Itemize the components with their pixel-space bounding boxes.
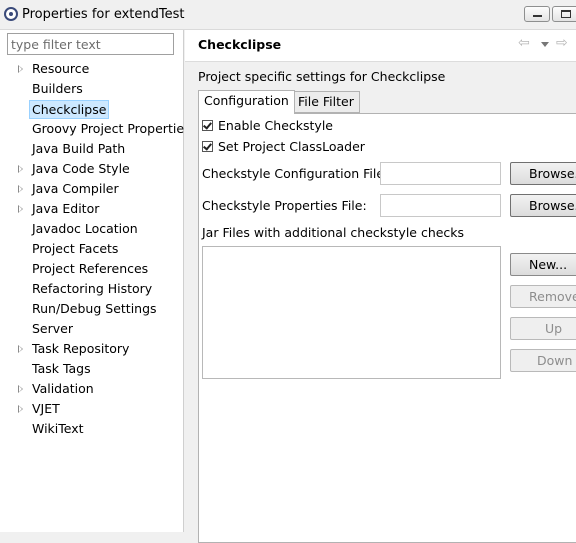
tree-item[interactable]: Groovy Project Properties — [0, 119, 184, 139]
preference-tree: Resource Builders Checkclipse Groovy Projec… — [0, 59, 184, 439]
tree-item-label: Builders — [32, 81, 83, 96]
expand-arrow-icon[interactable] — [18, 185, 23, 193]
window-title: Properties for extendTest — [22, 7, 185, 22]
checkbox-checked-icon[interactable] — [202, 120, 213, 131]
tree-item[interactable]: Run/Debug Settings — [0, 299, 184, 319]
maximize-icon — [561, 10, 571, 18]
tree-item-label: Server — [32, 321, 73, 336]
tree-item[interactable]: VJET — [0, 399, 184, 419]
tree-item-label: Refactoring History — [32, 281, 153, 296]
tree-item[interactable]: Java Editor — [0, 199, 184, 219]
expand-arrow-icon[interactable] — [18, 345, 23, 353]
properties-file-label: Checkstyle Properties File: — [202, 198, 367, 213]
jar-files-label: Jar Files with additional checkstyle che… — [202, 225, 465, 240]
tree-item[interactable]: Resource — [0, 59, 184, 79]
tree-item[interactable]: Task Tags — [0, 359, 184, 379]
tree-item[interactable]: Project References — [0, 259, 184, 279]
tree-item[interactable]: Validation — [0, 379, 184, 399]
forward-arrow-icon[interactable]: ⇨ — [556, 35, 568, 51]
tab-configuration[interactable]: Configuration — [198, 90, 295, 114]
page-title: Checkclipse — [198, 37, 282, 52]
tree-item[interactable]: Task Repository — [0, 339, 184, 359]
tree-item[interactable]: Project Facets — [0, 239, 184, 259]
tree-item-label: Java Code Style — [32, 161, 130, 176]
tree-item[interactable]: WikiText — [0, 419, 184, 439]
page-description: Project specific settings for Checkclips… — [198, 69, 446, 84]
set-project-classloader-label: Set Project ClassLoader — [218, 139, 365, 154]
tree-item-label: Groovy Project Properties — [32, 121, 184, 136]
minimize-icon — [533, 15, 542, 17]
tree-item-label: Java Editor — [32, 201, 100, 216]
tree-item-label: VJET — [32, 401, 60, 416]
tree-item[interactable]: Java Compiler — [0, 179, 184, 199]
remove-jar-button[interactable]: Remove — [510, 285, 576, 308]
tree-item-label: Checkclipse — [29, 100, 110, 119]
config-file-input[interactable] — [380, 162, 501, 185]
tree-item[interactable]: Java Build Path — [0, 139, 184, 159]
page-header: Checkclipse ⇦ ⇨ — [185, 30, 576, 62]
chevron-down-icon[interactable] — [541, 42, 549, 47]
tree-item-label: Project Facets — [32, 241, 119, 256]
back-arrow-icon[interactable]: ⇦ — [518, 35, 530, 51]
tree-item-label: Resource — [32, 61, 90, 76]
tree-item-label: Task Tags — [32, 361, 91, 376]
tree-item-label: Validation — [32, 381, 94, 396]
tree-item-label: WikiText — [32, 421, 84, 436]
expand-arrow-icon[interactable] — [18, 165, 23, 173]
expand-arrow-icon[interactable] — [18, 405, 23, 413]
filter-input[interactable] — [7, 33, 174, 55]
checkbox-checked-icon[interactable] — [202, 141, 213, 152]
tree-item-label: Java Build Path — [32, 141, 126, 156]
tree-item[interactable]: Checkclipse — [0, 99, 184, 119]
tree-item[interactable]: Javadoc Location — [0, 219, 184, 239]
new-jar-button[interactable]: New... — [510, 253, 576, 276]
preference-navigation-panel: Resource Builders Checkclipse Groovy Projec… — [0, 30, 184, 532]
tree-item-label: Javadoc Location — [32, 221, 138, 236]
tree-item-label: Run/Debug Settings — [32, 301, 157, 316]
tree-item[interactable]: Server — [0, 319, 184, 339]
tree-item-label: Project References — [32, 261, 149, 276]
tree-item[interactable]: Builders — [0, 79, 184, 99]
title-bar: Properties for extendTest — [0, 0, 576, 30]
tree-item[interactable]: Java Code Style — [0, 159, 184, 179]
properties-file-input[interactable] — [380, 194, 501, 217]
tree-item-label: Java Compiler — [32, 181, 119, 196]
maximize-button[interactable] — [552, 6, 576, 22]
tab-file-filter[interactable]: File Filter — [293, 91, 360, 113]
property-page: Checkclipse ⇦ ⇨ Project specific setting… — [185, 30, 576, 543]
tree-item-label: Task Repository — [32, 341, 130, 356]
expand-arrow-icon[interactable] — [18, 205, 23, 213]
eclipse-app-icon — [4, 7, 18, 21]
minimize-button[interactable] — [524, 6, 550, 22]
config-file-label: Checkstyle Configuration File: — [202, 166, 389, 181]
browse-properties-button[interactable]: Browse... — [510, 194, 576, 217]
expand-arrow-icon[interactable] — [18, 65, 23, 73]
tree-item[interactable]: Refactoring History — [0, 279, 184, 299]
enable-checkstyle-label: Enable Checkstyle — [218, 118, 333, 133]
jar-files-list[interactable] — [202, 246, 501, 379]
expand-arrow-icon[interactable] — [18, 385, 23, 393]
move-up-button[interactable]: Up — [510, 317, 576, 340]
move-down-button[interactable]: Down — [510, 349, 576, 372]
browse-config-button[interactable]: Browse... — [510, 162, 576, 185]
